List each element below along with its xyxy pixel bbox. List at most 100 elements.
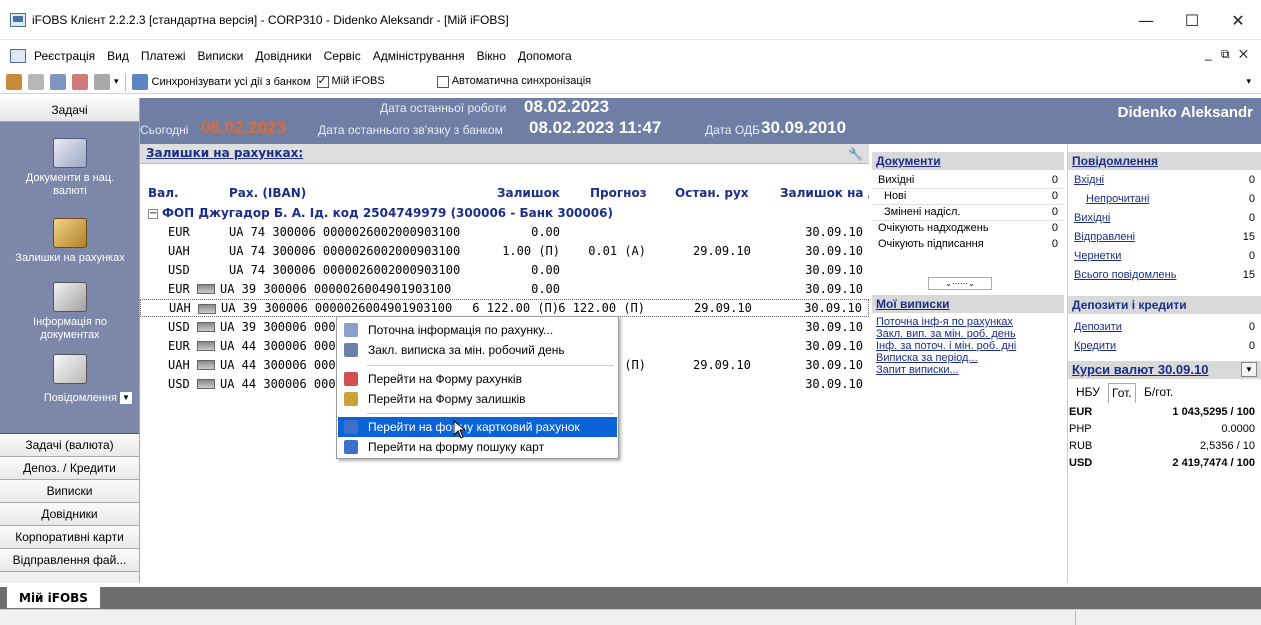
document-count-row[interactable]: Змінені надісл. 0 [872, 204, 1064, 221]
menu-go-card-search[interactable]: Перейти на форму пошуку карт [338, 437, 617, 457]
deposit-link[interactable]: Кредити [1074, 338, 1116, 355]
sidebar-button-deposits[interactable]: Депоз. / Кредити [0, 457, 139, 480]
col-iban[interactable]: Рах. (IBAN) [229, 184, 306, 203]
message-link[interactable]: Вихідні [1074, 210, 1110, 227]
menu-item-statements[interactable]: Виписки [192, 45, 250, 67]
app-menu-icon[interactable] [10, 49, 26, 63]
balances-title[interactable]: Залишки на рахунках: [146, 146, 303, 160]
minimize-button[interactable]: — [1123, 0, 1169, 40]
sidebar-button-directories[interactable]: Довідники [0, 503, 139, 526]
deposit-link[interactable]: Депозити [1074, 319, 1122, 336]
balances-header[interactable]: Залишки на рахунках: 🔧 [140, 144, 869, 164]
collapse-icon[interactable]: − [148, 209, 158, 219]
message-count-row[interactable]: Відправлені 15 [1068, 229, 1261, 246]
menu-item-administration[interactable]: Адміністрування [367, 45, 471, 67]
message-count-row[interactable]: Чернетки 0 [1068, 248, 1261, 265]
transfer-icon[interactable] [50, 73, 66, 90]
menu-go-card-account[interactable]: Перейти на форму картковий рахунок [338, 417, 617, 437]
document-count-row[interactable]: Нові 0 [872, 188, 1064, 205]
tab-nbu[interactable]: НБУ [1076, 385, 1100, 399]
group-row[interactable]: − ФОП Джугадор Б. А. Ід. код 2504749979 … [140, 204, 869, 223]
sidebar-button-tasks-currency[interactable]: Задачі (валюта) [0, 434, 139, 457]
tab-my-ifobs[interactable]: Мій iFOBS [6, 587, 101, 609]
document-count-row[interactable]: Вихідні 0 [872, 172, 1064, 189]
wrench-icon[interactable]: 🔧 [848, 145, 863, 163]
nav-item-national-docs[interactable]: Документи в нац. валюті [0, 138, 140, 198]
menu-item-registration[interactable]: Реєстрація [28, 45, 101, 67]
table-row[interactable]: USD UA 74 300006 0000026002000903100 0.00 3… [140, 261, 869, 280]
message-link[interactable]: Вхідні [1074, 172, 1104, 189]
toolbar-overflow-icon[interactable]: ▾ [114, 76, 119, 87]
documents-header[interactable]: Документи [872, 152, 1064, 170]
table-header: Вал. Рах. (IBAN) Залишок Прогноз Остан. … [140, 184, 869, 203]
deposit-row[interactable]: Кредити 0 [1068, 338, 1261, 355]
col-balance[interactable]: Залишок [497, 184, 560, 203]
menu-item-service[interactable]: Сервіс [318, 45, 367, 67]
building-icon[interactable] [28, 73, 44, 90]
menu-separator [367, 413, 614, 414]
document-count-row[interactable]: Очікують підписання 0 [872, 236, 1064, 253]
col-balance-date[interactable]: Залишок на да [780, 184, 869, 203]
nav-item-doc-info[interactable]: Інформація по документах [0, 282, 140, 342]
menu-item-directories[interactable]: Довідники [249, 45, 317, 67]
document-count-row[interactable]: Очікують надходжень 0 [872, 220, 1064, 237]
messages-header[interactable]: Повідомлення [1068, 152, 1261, 170]
table-row[interactable]: UAH UA 39 300006 0000026004901903100 6 122… [140, 299, 869, 317]
sidebar-button-corporate-cards[interactable]: Корпоративні карти [0, 526, 139, 549]
table-row[interactable]: EUR UA 39 300006 0000026004901903100 0.00 3… [140, 280, 869, 299]
sidebar-button-file-sending[interactable]: Відправлення фай... [0, 549, 139, 572]
menu-closing-statement[interactable]: Закл. виписка за мін. робочий день [338, 340, 617, 360]
tab-cash[interactable]: Гот. [1108, 383, 1136, 403]
message-count-row[interactable]: Всього повідомлень 15 [1068, 267, 1261, 284]
rates-title[interactable]: Курси валют 30.09.10 [1072, 362, 1208, 377]
statement-link[interactable]: Поточна інф-я по рахунках [876, 316, 1016, 328]
col-forecast[interactable]: Прогноз [590, 184, 647, 203]
table-row[interactable]: UAH UA 74 300006 0000026002000903100 1.00 … [140, 242, 869, 261]
table-row[interactable]: EUR UA 74 300006 0000026002000903100 0.00 3… [140, 223, 869, 242]
mdi-controls[interactable]: _ ⧉ ✕ [1205, 47, 1251, 62]
sync-icon[interactable] [131, 73, 148, 90]
message-link[interactable]: Чернетки [1074, 248, 1121, 265]
my-ifobs-checkbox[interactable]: Мій iFOBS [316, 74, 385, 88]
statement-link[interactable]: Запит виписки... [876, 364, 1016, 376]
toolbar-dropdown-icon[interactable]: ▾ [1246, 76, 1251, 87]
menu-current-info[interactable]: Поточна інформація по рахунку... [338, 320, 617, 340]
sidebar-button-statements[interactable]: Виписки [0, 480, 139, 503]
menu-item-view[interactable]: Вид [101, 45, 135, 67]
money-icon[interactable] [6, 73, 22, 90]
col-last-movement[interactable]: Остан. рух [675, 184, 749, 203]
menu-item-window[interactable]: Вікно [471, 45, 512, 67]
rates-dropdown-icon[interactable]: ▼ [1241, 362, 1257, 377]
message-count-row[interactable]: Вихідні 0 [1068, 210, 1261, 227]
bank-icon[interactable] [94, 73, 110, 90]
statement-link[interactable]: Виписка за період... [876, 352, 1016, 364]
close-button[interactable]: ✕ [1215, 0, 1261, 40]
message-link[interactable]: Непрочитані [1086, 191, 1149, 208]
auto-sync-checkbox[interactable]: Автоматична синхронізація [436, 75, 591, 88]
message-link[interactable]: Всього повідомлень [1074, 267, 1176, 284]
sync-button[interactable]: Синхронізувати усі дії з банком [152, 76, 311, 88]
card-icon[interactable] [72, 73, 88, 90]
statements-header[interactable]: Мої виписки [872, 295, 1064, 313]
message-count-row[interactable]: Вхідні 0 [1068, 172, 1261, 189]
rates-header[interactable]: Курси валют 30.09.10 ▼ [1068, 361, 1261, 379]
menu-item-help[interactable]: Допомога [512, 45, 578, 67]
tab-noncash[interactable]: Б/гот. [1144, 385, 1173, 399]
menu-go-accounts[interactable]: Перейти на Форму рахунків [338, 369, 617, 389]
deposit-row[interactable]: Депозити 0 [1068, 319, 1261, 336]
expand-button[interactable]: ⌄⋯⋯⌄ [928, 277, 992, 290]
message-link[interactable]: Відправлені [1074, 229, 1135, 246]
nav-item-balances[interactable]: Залишки на рахунках [0, 218, 140, 265]
rates-tabs: НБУ Гот. Б/гот. [1068, 383, 1261, 403]
dropdown-arrow-icon[interactable]: ▼ [120, 392, 132, 405]
statement-link[interactable]: Інф. за поточ. і мін. роб. дні [876, 340, 1016, 352]
menu-item-payments[interactable]: Платежі [135, 45, 192, 67]
statement-link[interactable]: Закл. вип. за мін. роб. день [876, 328, 1016, 340]
message-count-row[interactable]: Непрочитані 0 [1068, 191, 1261, 208]
col-currency[interactable]: Вал. [148, 184, 179, 203]
menu-go-balances[interactable]: Перейти на Форму залишків [338, 389, 617, 409]
sidebar-header[interactable]: Задачі [0, 98, 139, 122]
cell-iban: UA 44 300006 000 [220, 358, 336, 372]
nav-item-messages[interactable]: Повідомлення ▼ [0, 354, 140, 405]
maximize-button[interactable]: ☐ [1169, 0, 1215, 40]
